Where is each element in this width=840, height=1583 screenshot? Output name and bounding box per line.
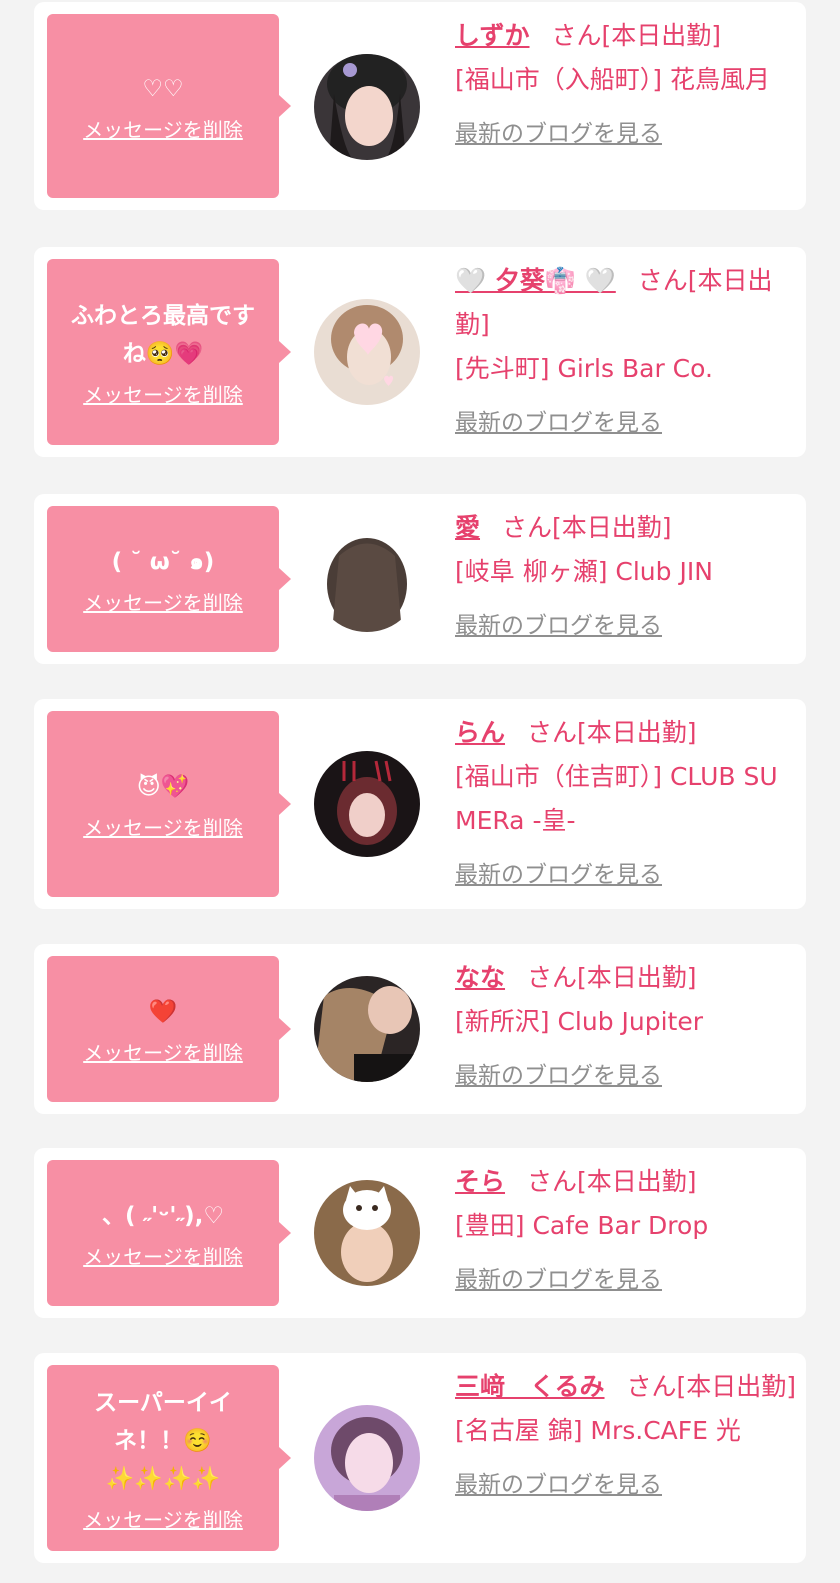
girl-name-link[interactable]: らん	[455, 718, 505, 747]
work-status: さん[本日出勤]	[527, 718, 697, 747]
delete-message-link[interactable]: メッセージを削除	[83, 1037, 243, 1066]
shop-name: [豊田] Cafe Bar Drop	[455, 1211, 709, 1240]
message-bubble: 😈💖 メッセージを削除	[47, 711, 291, 897]
latest-blog-link[interactable]: 最新のブログを見る	[455, 1463, 799, 1507]
girl-name-link[interactable]: 🤍 夕葵👘 🤍	[455, 266, 616, 295]
message-bubble: ♡♡ メッセージを削除	[47, 14, 291, 198]
profile-info: 愛さん[本日出勤] [岐阜 柳ヶ瀬] Club JIN 最新のブログを見る	[455, 506, 799, 648]
avatar-photo	[314, 526, 420, 632]
message-card: 😈💖 メッセージを削除 らん さん[本日出勤] [福山市（住吉町）] CLUB S…	[34, 699, 806, 909]
latest-blog-link[interactable]: 最新のブログを見る	[455, 604, 799, 648]
girl-name-link[interactable]: なな	[455, 963, 505, 992]
delete-message-link[interactable]: メッセージを削除	[83, 1241, 243, 1270]
shop-name: [岐阜 柳ヶ瀬] Club JIN	[455, 557, 713, 586]
message-bubble: 、( ˶'ᵕ'˶),♡ メッセージを削除	[47, 1160, 291, 1306]
message-card: ♡♡ メッセージを削除 しずか さん[本日出勤] [福山市（入船町）] 花鳥風月 …	[34, 2, 806, 210]
avatar[interactable]	[314, 299, 420, 405]
delete-message-link[interactable]: メッセージを削除	[83, 587, 243, 616]
latest-blog-link[interactable]: 最新のブログを見る	[455, 853, 799, 897]
avatar-photo	[314, 1405, 420, 1511]
latest-blog-link[interactable]: 最新のブログを見る	[455, 1258, 799, 1302]
message-card: 、( ˶'ᵕ'˶),♡ メッセージを削除 そら さん[本日出勤] [豊田] Caf…	[34, 1148, 806, 1318]
delete-message-link[interactable]: メッセージを削除	[83, 812, 243, 841]
latest-blog-link[interactable]: 最新のブログを見る	[455, 401, 799, 445]
avatar[interactable]	[314, 54, 420, 160]
shop-name: [新所沢] Club Jupiter	[455, 1007, 704, 1036]
message-list: ♡♡ メッセージを削除 しずか さん[本日出勤] [福山市（入船町）] 花鳥風月 …	[0, 0, 840, 1583]
profile-info: なな さん[本日出勤] [新所沢] Club Jupiter 最新のブログを見る	[455, 956, 799, 1098]
message-text: ♡♡	[142, 75, 184, 102]
girl-name-link[interactable]: しずか	[455, 21, 530, 50]
avatar[interactable]	[314, 1180, 420, 1286]
avatar-photo	[314, 976, 420, 1082]
work-status: さん[本日出勤]	[551, 21, 722, 50]
avatar[interactable]	[314, 976, 420, 1082]
profile-info: そら さん[本日出勤] [豊田] Cafe Bar Drop 最新のブログを見る	[455, 1160, 799, 1302]
work-status: さん[本日出勤]	[626, 1372, 797, 1401]
delete-message-link[interactable]: メッセージを削除	[83, 379, 243, 408]
message-text: 、( ˶'ᵕ'˶),♡	[101, 1202, 224, 1229]
avatar[interactable]	[314, 751, 420, 857]
message-bubble: ( ˘ ω˘ ๑) メッセージを削除	[47, 506, 291, 652]
shop-name: [福山市（入船町）] 花鳥風月	[455, 65, 770, 94]
shop-name: [先斗町] Girls Bar Co.	[455, 354, 713, 383]
message-bubble: ❤️ メッセージを削除	[47, 956, 291, 1102]
message-card: ( ˘ ω˘ ๑) メッセージを削除 愛さん[本日出勤] [岐阜 柳ヶ瀬] Cl…	[34, 494, 806, 664]
avatar-photo	[314, 299, 420, 405]
message-card: スーパーイイ ネ！！☺️ ✨✨✨✨ メッセージを削除 三﨑 くるみ さん[本日出勤…	[34, 1353, 806, 1563]
message-text: ❤️	[148, 998, 178, 1025]
work-status: さん[本日出勤]	[527, 1167, 697, 1196]
delete-message-link[interactable]: メッセージを削除	[83, 114, 243, 143]
avatar-photo	[314, 751, 420, 857]
shop-name: [福山市（住吉町）] CLUB SUMERa -皇-	[455, 762, 778, 835]
avatar[interactable]	[314, 1405, 420, 1511]
message-text: スーパーイイ ネ！！☺️ ✨✨✨✨	[94, 1389, 232, 1492]
message-text: ふわとろ最高です ね🥺💗	[71, 302, 255, 367]
delete-message-link[interactable]: メッセージを削除	[83, 1504, 243, 1533]
avatar[interactable]	[314, 526, 420, 632]
girl-name-link[interactable]: 三﨑 くるみ	[455, 1372, 605, 1401]
message-card: ふわとろ最高です ね🥺💗 メッセージを削除 🤍 夕葵👘 🤍 さん[本日出勤] [先…	[34, 247, 806, 457]
latest-blog-link[interactable]: 最新のブログを見る	[455, 1054, 799, 1098]
shop-name: [名古屋 錦] Mrs.CAFE 光	[455, 1416, 741, 1445]
message-bubble: ふわとろ最高です ね🥺💗 メッセージを削除	[47, 259, 291, 445]
profile-info: 三﨑 くるみ さん[本日出勤] [名古屋 錦] Mrs.CAFE 光 最新のブログ…	[455, 1365, 799, 1507]
girl-name-link[interactable]: 愛	[455, 513, 480, 542]
profile-info: らん さん[本日出勤] [福山市（住吉町）] CLUB SUMERa -皇- 最新…	[455, 711, 799, 897]
profile-info: しずか さん[本日出勤] [福山市（入船町）] 花鳥風月 最新のブログを見る	[455, 14, 799, 156]
message-text: 😈💖	[136, 773, 190, 800]
avatar-photo	[314, 1180, 420, 1286]
girl-name-link[interactable]: そら	[455, 1167, 505, 1196]
message-card: ❤️ メッセージを削除 なな さん[本日出勤] [新所沢] Club Jupite…	[34, 944, 806, 1114]
latest-blog-link[interactable]: 最新のブログを見る	[455, 112, 799, 156]
work-status: さん[本日出勤]	[502, 513, 672, 542]
message-bubble: スーパーイイ ネ！！☺️ ✨✨✨✨ メッセージを削除	[47, 1365, 291, 1551]
work-status: さん[本日出勤]	[527, 963, 697, 992]
message-text: ( ˘ ω˘ ๑)	[111, 548, 215, 575]
avatar-photo	[314, 54, 420, 160]
profile-info: 🤍 夕葵👘 🤍 さん[本日出勤] [先斗町] Girls Bar Co. 最新のブ…	[455, 259, 799, 445]
